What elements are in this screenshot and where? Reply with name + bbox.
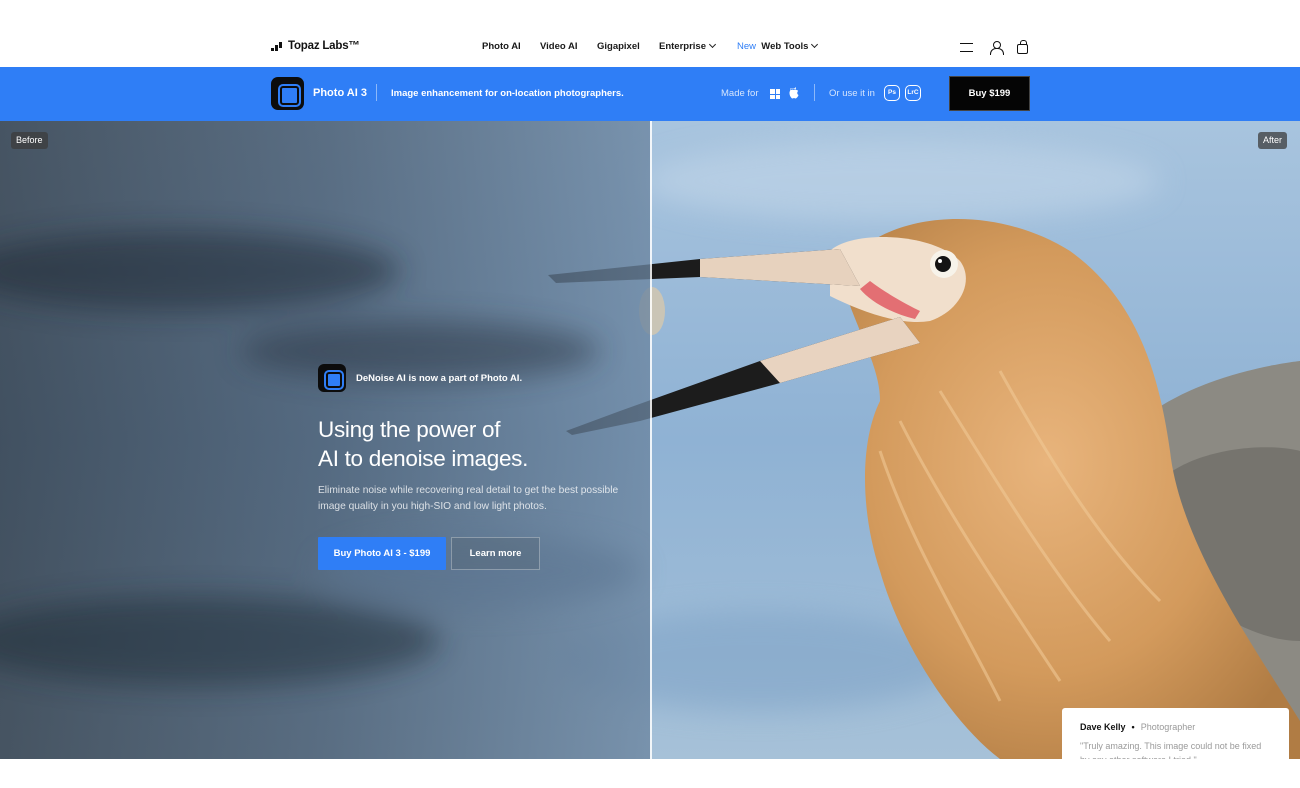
topaz-logo[interactable]: Topaz Labs™	[271, 40, 360, 52]
comparison-slider-handle[interactable]	[650, 121, 652, 759]
lightroom-plugin-icon[interactable]: LrC	[905, 85, 921, 101]
buy-photo-ai-button[interactable]: Buy Photo AI 3 - $199	[318, 537, 446, 570]
web-tools-label: Web Tools	[761, 41, 809, 52]
author-role: Photographer	[1140, 722, 1196, 732]
denoise-badge: DeNoise AI is now a part of Photo AI.	[318, 364, 522, 392]
separator-dot: •	[1131, 722, 1135, 732]
divider	[376, 84, 377, 101]
testimonial-author: Dave Kelly • Photographer	[1080, 722, 1271, 732]
enterprise-label: Enterprise	[659, 41, 706, 52]
nav-item-web-tools[interactable]: New Web Tools	[737, 40, 819, 52]
top-navigation: Topaz Labs™ Photo AI Video AI Gigapixel …	[0, 0, 1300, 67]
apple-icon-shape	[789, 87, 799, 99]
headline-line-1: Using the power of	[318, 417, 501, 442]
new-label: New	[737, 41, 757, 52]
nav-item-gigapixel[interactable]: Gigapixel	[597, 41, 640, 52]
product-tagline: Image enhancement for on-location photog…	[391, 88, 624, 99]
learn-more-button[interactable]: Learn more	[451, 537, 540, 570]
cart-icon[interactable]	[1017, 40, 1028, 54]
hero-subtext: Eliminate noise while recovering real de…	[318, 485, 619, 512]
testimonial-card: Dave Kelly • Photographer "Truly amazing. …	[1062, 708, 1289, 759]
product-name: Photo AI 3	[313, 87, 367, 99]
chevron-down-icon	[708, 40, 717, 49]
hero-headline: Using the power of AI to denoise images.	[318, 415, 638, 473]
nav-item-enterprise[interactable]: Enterprise	[659, 40, 717, 52]
or-use-it-in-label: Or use it in	[829, 88, 875, 99]
badge-text: DeNoise AI is now a part of Photo AI.	[356, 372, 523, 384]
nav-item-photo-ai[interactable]: Photo AI	[482, 41, 521, 52]
brand-name: Topaz Labs™	[288, 40, 360, 52]
buy-button[interactable]: Buy $199	[949, 76, 1030, 111]
testimonial-quote: "Truly amazing. This image could not be …	[1080, 741, 1262, 759]
windows-icon	[770, 89, 780, 99]
nav-item-video-ai[interactable]: Video AI	[540, 41, 577, 52]
photo-ai-app-icon	[318, 364, 346, 392]
author-name: Dave Kelly	[1080, 722, 1126, 732]
menu-icon[interactable]	[960, 43, 973, 52]
divider	[814, 84, 815, 101]
before-label: Before	[11, 132, 48, 149]
user-icon[interactable]	[990, 41, 1004, 55]
photoshop-plugin-icon[interactable]: Ps	[884, 85, 900, 101]
headline-line-2: AI to denoise images.	[318, 446, 529, 471]
product-bar: Photo AI 3 Image enhancement for on-loca…	[0, 67, 1300, 121]
hero-comparison[interactable]: Before After DeNoise AI is now a part of…	[0, 121, 1300, 759]
nav-actions	[960, 40, 1030, 55]
after-label: After	[1258, 132, 1288, 149]
logo-mark-icon	[271, 41, 282, 51]
made-for-label: Made for	[721, 88, 759, 99]
photo-ai-app-icon	[271, 77, 304, 110]
chevron-down-icon	[811, 40, 819, 49]
